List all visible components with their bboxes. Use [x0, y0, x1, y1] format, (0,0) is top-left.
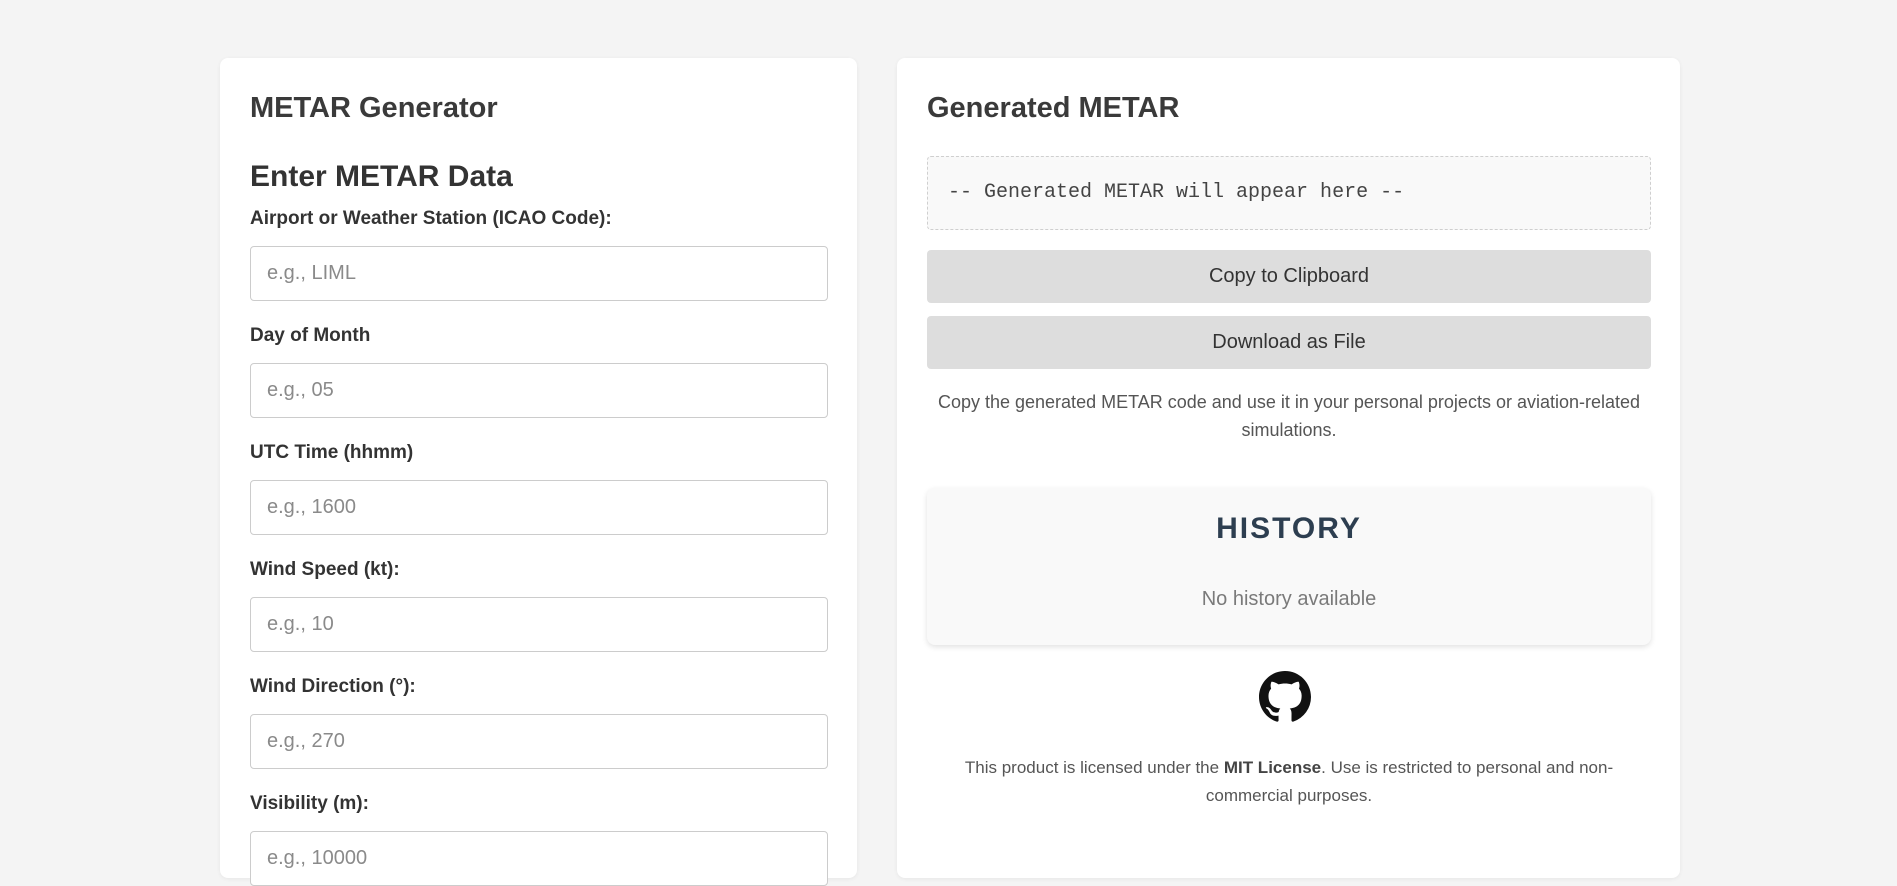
utc-time-input[interactable] — [250, 480, 828, 535]
help-text: Copy the generated METAR code and use it… — [937, 392, 1641, 440]
icao-code-input[interactable] — [250, 246, 828, 301]
wind-direction-input[interactable] — [250, 714, 828, 769]
download-file-button[interactable]: Download as File — [927, 316, 1651, 369]
output-title: Generated METAR — [927, 92, 1180, 124]
wind-direction-label: Wind Direction (°): — [250, 676, 416, 697]
utc-time-label: UTC Time (hhmm) — [250, 442, 414, 463]
copy-to-clipboard-button[interactable]: Copy to Clipboard — [927, 250, 1651, 303]
visibility-input[interactable] — [250, 831, 828, 886]
day-of-month-input[interactable] — [250, 363, 828, 418]
section-title: Enter METAR Data — [250, 160, 513, 193]
visibility-label: Visibility (m): — [250, 793, 369, 814]
day-of-month-label: Day of Month — [250, 325, 371, 346]
history-panel: HISTORY No history available — [927, 488, 1651, 645]
wind-speed-input[interactable] — [250, 597, 828, 652]
metar-form-card: METAR Generator Enter METAR Data Airport… — [220, 58, 857, 886]
github-link[interactable] — [1259, 671, 1311, 723]
icao-code-label: Airport or Weather Station (ICAO Code): — [250, 208, 612, 229]
app-title: METAR Generator — [250, 92, 498, 124]
history-title: HISTORY — [1216, 512, 1362, 545]
wind-speed-label: Wind Speed (kt): — [250, 559, 400, 580]
history-empty-message: No history available — [1201, 588, 1377, 610]
metar-output-box[interactable]: -- Generated METAR will appear here -- — [927, 156, 1651, 230]
license-name: MIT License — [1223, 758, 1322, 777]
license-text: This product is licensed under the MIT L… — [927, 754, 1651, 810]
github-icon — [1259, 671, 1311, 722]
metar-output-card: Generated METAR -- Generated METAR will … — [897, 58, 1680, 878]
license-prefix: This product is licensed under the — [964, 758, 1224, 777]
